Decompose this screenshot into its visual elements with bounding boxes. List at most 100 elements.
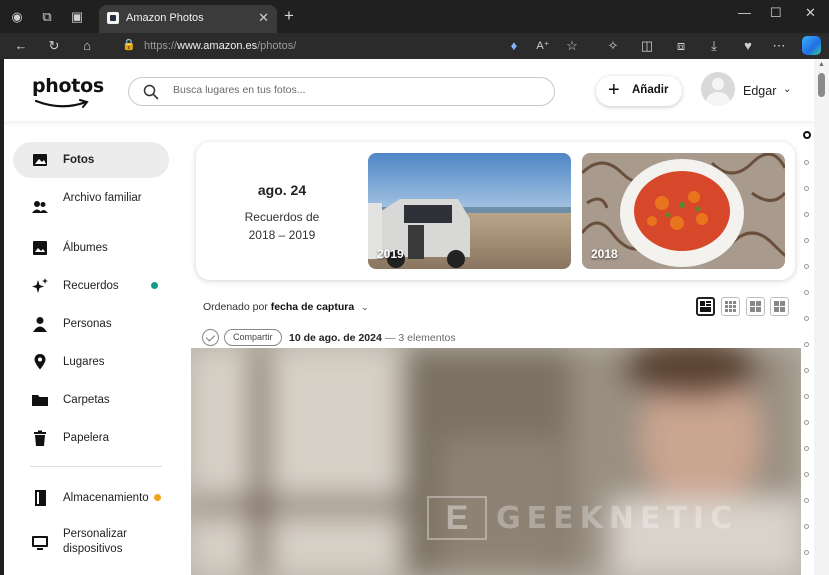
- add-button[interactable]: + Añadir: [596, 76, 682, 106]
- monitor-icon: [32, 536, 48, 550]
- timeline-dot[interactable]: [804, 212, 809, 217]
- sidebar-item-label: Archivo familiar: [63, 192, 142, 204]
- sidebar-item-fotos[interactable]: Fotos: [13, 142, 169, 178]
- timeline-dot[interactable]: [804, 524, 809, 529]
- timeline-dot[interactable]: [804, 316, 809, 321]
- view-square-grid-button[interactable]: [770, 297, 789, 316]
- people-icon: [32, 201, 48, 213]
- tab-actions-icon[interactable]: ▣: [68, 8, 86, 26]
- timeline-dot[interactable]: [804, 420, 809, 425]
- chevron-down-icon[interactable]: ⌄: [783, 84, 791, 95]
- sidebar-item-almacenamiento[interactable]: Almacenamiento: [13, 480, 169, 516]
- browser-essentials-icon[interactable]: ♥: [739, 37, 757, 55]
- group-count: — 3 elementos: [385, 332, 456, 344]
- new-tab-icon[interactable]: +: [284, 6, 294, 26]
- timeline-dot[interactable]: [804, 342, 809, 347]
- grid-small-icon: [750, 301, 761, 312]
- timeline-dot[interactable]: [804, 290, 809, 295]
- timeline-dot[interactable]: [804, 368, 809, 373]
- scrollbar-thumb[interactable]: [818, 73, 825, 97]
- photo-icon: [33, 154, 47, 166]
- sidebar-item-papelera[interactable]: Papelera: [13, 420, 169, 456]
- profile-icon[interactable]: ◉: [8, 8, 26, 26]
- amazon-photos-logo[interactable]: photos: [32, 75, 104, 108]
- select-group-checkbox[interactable]: [202, 329, 219, 346]
- page-scrollbar[interactable]: ▲: [814, 59, 829, 575]
- close-window-icon[interactable]: ✕: [805, 5, 816, 21]
- search-icon: [143, 84, 159, 100]
- workspaces-icon[interactable]: ⧉: [38, 8, 56, 26]
- scroll-up-icon[interactable]: ▲: [818, 61, 825, 68]
- home-icon[interactable]: ⌂: [78, 37, 96, 55]
- timeline-current-dot[interactable]: [803, 131, 811, 139]
- trash-icon: [34, 430, 46, 446]
- sort-dropdown[interactable]: Ordenado por fecha de captura ⌄: [203, 301, 369, 313]
- sidebar-item-personas[interactable]: Personas: [13, 306, 169, 342]
- browser-tab[interactable]: Amazon Photos ✕: [99, 5, 277, 33]
- timeline-dot[interactable]: [804, 446, 809, 451]
- timeline-dot[interactable]: [804, 394, 809, 399]
- sidebar-item-label: Álbumes: [63, 242, 108, 254]
- group-date: 10 de ago. de 2024: [289, 332, 382, 344]
- album-icon: [33, 241, 47, 255]
- avatar[interactable]: [701, 72, 735, 106]
- sparkle-icon: [32, 278, 48, 293]
- tab-title: Amazon Photos: [126, 12, 204, 24]
- copilot-icon[interactable]: [802, 36, 821, 55]
- favorite-star-icon[interactable]: ☆: [563, 37, 581, 55]
- storage-icon: [35, 490, 46, 506]
- sidebar-item-archivo-familiar[interactable]: Archivo familiar: [13, 186, 169, 230]
- view-small-grid-button[interactable]: [746, 297, 765, 316]
- main-photo[interactable]: E GEEKNETIC: [191, 348, 801, 575]
- blurred-photo: [191, 348, 801, 575]
- minimize-icon[interactable]: —: [738, 5, 751, 20]
- add-button-label: Añadir: [632, 84, 669, 96]
- timeline-dot[interactable]: [804, 498, 809, 503]
- back-icon[interactable]: ←: [12, 37, 30, 55]
- sidebar-item-lugares[interactable]: Lugares: [13, 344, 169, 380]
- sidebar-item-label: Personalizar dispositivos: [63, 528, 127, 555]
- sidebar-item-personalizar-dispositivos[interactable]: Personalizar dispositivos: [13, 522, 169, 566]
- collections-icon[interactable]: ⧈: [672, 37, 690, 55]
- memories-card[interactable]: ago. 24 Recuerdos de 2018 – 2019 2019 20…: [196, 142, 795, 280]
- lock-icon: 🔒: [122, 39, 136, 51]
- sidebar-item-label: Recuerdos: [63, 280, 119, 292]
- url-text: https://www.amazon.es/photos/: [144, 40, 297, 52]
- downloads-icon[interactable]: ⤓: [705, 37, 723, 55]
- timeline-dot[interactable]: [804, 186, 809, 191]
- more-options-icon[interactable]: ⋯: [770, 37, 788, 55]
- timeline-scrubber[interactable]: [803, 124, 814, 575]
- sort-prefix: Ordenado por: [203, 301, 268, 313]
- split-screen-icon[interactable]: ◫: [638, 37, 656, 55]
- timeline-dot[interactable]: [804, 264, 809, 269]
- read-aloud-icon[interactable]: A⁺: [534, 37, 552, 55]
- view-large-grid-button[interactable]: [696, 297, 715, 316]
- tag-icon[interactable]: ♦: [505, 37, 523, 55]
- url-field[interactable]: 🔒 https://www.amazon.es/photos/: [110, 35, 600, 57]
- extensions-icon[interactable]: ✧: [604, 37, 622, 55]
- browser-tab-bar: ◉ ⧉ ▣ Amazon Photos ✕ + — ☐ ✕: [0, 0, 829, 33]
- sidebar-item-recuerdos[interactable]: Recuerdos: [13, 268, 169, 304]
- memory-photo-2018[interactable]: 2018: [582, 153, 785, 269]
- share-button[interactable]: Compartir: [224, 329, 282, 346]
- amazon-smile-icon: [34, 99, 89, 108]
- refresh-icon[interactable]: ↻: [45, 37, 63, 55]
- user-name[interactable]: Edgar: [743, 84, 776, 98]
- sidebar-item-label: Lugares: [63, 356, 105, 368]
- address-bar-row: ← ↻ ⌂ 🔒 https://www.amazon.es/photos/ ♦ …: [0, 33, 829, 59]
- close-tab-icon[interactable]: ✕: [258, 10, 269, 26]
- memory-photo-2019[interactable]: 2019: [368, 153, 571, 269]
- maximize-icon[interactable]: ☐: [770, 5, 782, 21]
- sidebar-item-albumes[interactable]: Álbumes: [13, 230, 169, 266]
- timeline-dot[interactable]: [804, 472, 809, 477]
- timeline-dot[interactable]: [804, 550, 809, 555]
- timeline-dot[interactable]: [804, 238, 809, 243]
- chevron-down-icon: ⌄: [361, 302, 369, 312]
- search-bar[interactable]: [128, 77, 555, 106]
- search-input[interactable]: [173, 84, 533, 96]
- sidebar-item-label: Fotos: [63, 154, 95, 166]
- timeline-dot[interactable]: [804, 160, 809, 165]
- storage-warning-dot: [154, 494, 161, 501]
- view-medium-grid-button[interactable]: [721, 297, 740, 316]
- sidebar-item-carpetas[interactable]: Carpetas: [13, 382, 169, 418]
